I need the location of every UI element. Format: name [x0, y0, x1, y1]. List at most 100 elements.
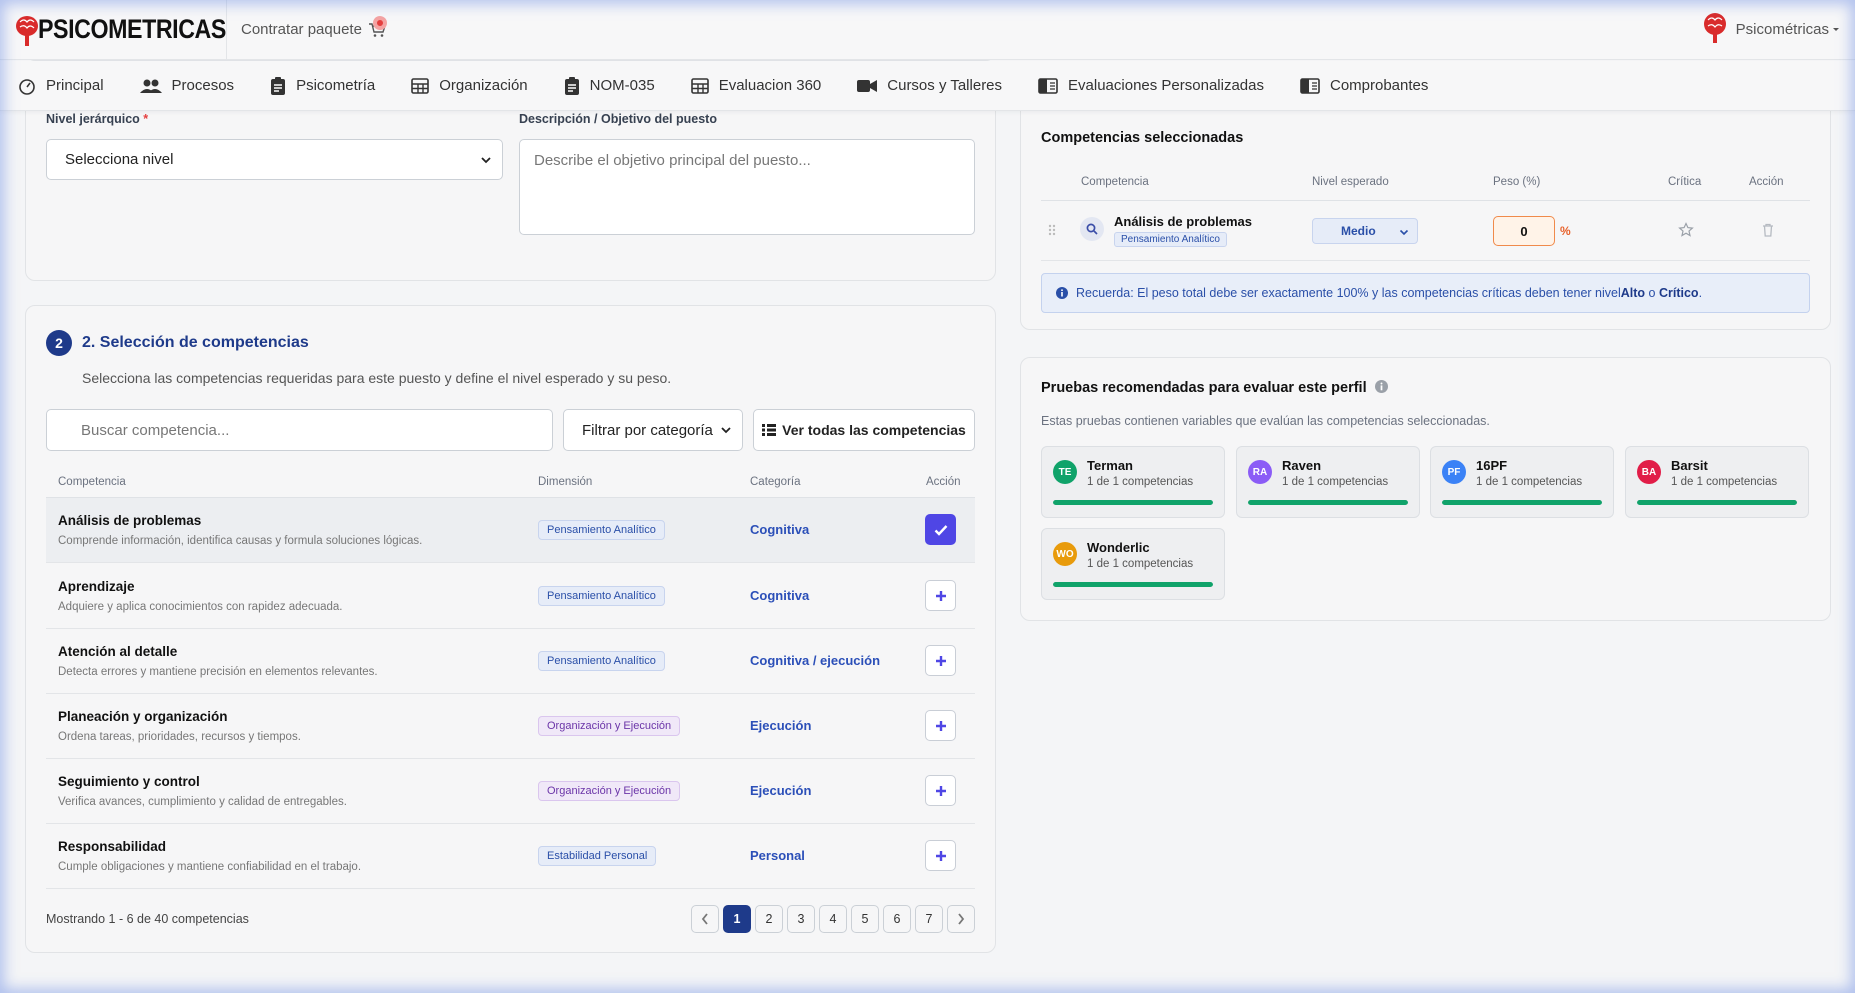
notification-dot — [373, 16, 387, 30]
competencia-desc: Cumple obligaciones y mantiene confiabil… — [58, 861, 362, 873]
category-text: Ejecución — [750, 783, 812, 798]
plus-icon — [935, 590, 946, 601]
table-row[interactable]: Planeación y organización Ordena tareas,… — [46, 694, 975, 759]
nav-nom035[interactable]: NOM-035 — [564, 76, 655, 95]
tests-panel-subtitle: Estas pruebas contienen variables que ev… — [1041, 414, 1490, 428]
pagination-next-button[interactable] — [947, 905, 975, 933]
nav-label: Procesos — [171, 77, 235, 94]
peso-unit: % — [1560, 224, 1571, 238]
nav-evaluacion360[interactable]: Evaluacion 360 — [690, 77, 821, 94]
test-progress-bar — [1053, 500, 1213, 505]
test-progress-fill — [1053, 582, 1213, 587]
category-text: Cognitiva — [750, 588, 810, 603]
contratar-label: Contratar paquete — [241, 21, 362, 38]
peso-input[interactable]: 0 — [1493, 216, 1555, 246]
chevron-left-icon — [701, 913, 708, 925]
trash-icon[interactable] — [1762, 223, 1774, 240]
nav-procesos[interactable]: Procesos — [139, 77, 235, 94]
chevron-down-icon — [481, 156, 491, 163]
category-filter-select[interactable]: Filtrar por categoría — [563, 409, 743, 451]
list-icon — [762, 424, 777, 436]
category-text: Personal — [750, 848, 805, 863]
category-text: Ejecución — [750, 718, 812, 733]
table-row[interactable]: Análisis de problemas Comprende informac… — [46, 498, 975, 563]
test-progress-bar — [1248, 500, 1408, 505]
competencia-desc: Ordena tareas, prioridades, recursos y t… — [58, 731, 301, 743]
selected-competencia-name: Análisis de problemas — [1114, 214, 1252, 229]
test-card-barsit[interactable]: BA Barsit 1 de 1 competencias — [1625, 446, 1809, 518]
col-header-competencia: Competencia — [58, 476, 126, 488]
test-progress-bar — [1442, 500, 1602, 505]
add-competencia-button[interactable] — [925, 840, 956, 871]
add-competencia-button[interactable] — [925, 710, 956, 741]
nav-organizacion[interactable]: Organización — [411, 77, 528, 94]
pagination-page-2[interactable]: 2 — [755, 905, 783, 933]
critica-star-icon[interactable] — [1678, 222, 1694, 241]
test-avatar: TE — [1053, 460, 1077, 484]
add-competencia-button[interactable] — [925, 580, 956, 611]
test-card-raven[interactable]: RA Raven 1 de 1 competencias — [1236, 446, 1420, 518]
add-competencia-button[interactable] — [925, 645, 956, 676]
user-menu[interactable]: Psicométricas — [1700, 10, 1841, 48]
nivel-select[interactable]: Selecciona nivel — [46, 139, 503, 180]
nivel-select-value: Selecciona nivel — [65, 151, 174, 168]
table-row[interactable]: Atención al detalle Detecta errores y ma… — [46, 629, 975, 694]
book-icon — [1038, 77, 1058, 94]
test-card-wonderlic[interactable]: WO Wonderlic 1 de 1 competencias — [1041, 528, 1225, 600]
alert-critico: Crítico — [1658, 286, 1699, 300]
nav-label: Cursos y Talleres — [887, 77, 1003, 94]
info-icon — [1374, 380, 1388, 393]
step-number-badge: 2 — [46, 330, 72, 356]
alert-alto: Alto — [1620, 286, 1646, 300]
nav-principal[interactable]: Principal — [18, 77, 104, 95]
test-count: 1 de 1 competencias — [1087, 558, 1194, 570]
test-name: Raven — [1282, 458, 1322, 473]
sel-header-accion: Acción — [1749, 176, 1784, 188]
nav-evaluaciones-personalizadas[interactable]: Evaluaciones Personalizadas — [1038, 77, 1264, 94]
nivel-esperado-select[interactable]: Medio — [1312, 218, 1418, 244]
test-progress-bar — [1637, 500, 1797, 505]
pagination-page-7[interactable]: 7 — [915, 905, 943, 933]
chevron-down-icon — [721, 427, 731, 434]
search-competencia-input[interactable]: Buscar competencia... — [46, 409, 553, 451]
nav-comprobantes[interactable]: Comprobantes — [1300, 77, 1428, 94]
competencia-desc: Comprende información, identifica causas… — [58, 535, 423, 547]
pagination-page-4[interactable]: 4 — [819, 905, 847, 933]
nav-label: Organización — [439, 77, 528, 94]
nav-psicometria[interactable]: Psicometría — [270, 76, 375, 95]
test-progress-fill — [1053, 500, 1213, 505]
add-competencia-button[interactable] — [925, 775, 956, 806]
table-row[interactable]: Responsabilidad Cumple obligaciones y ma… — [46, 824, 975, 889]
competencia-search-icon — [1080, 217, 1104, 241]
brand-logo[interactable]: PSICOMETRICAS — [0, 0, 227, 60]
pagination-page-3[interactable]: 3 — [787, 905, 815, 933]
nav-label: Evaluaciones Personalizadas — [1068, 77, 1264, 94]
test-avatar: RA — [1248, 460, 1272, 484]
plus-icon — [935, 785, 946, 796]
drag-handle-icon[interactable] — [1048, 223, 1056, 239]
ver-todas-button[interactable]: Ver todas las competencias — [753, 409, 975, 451]
test-progress-fill — [1637, 500, 1797, 505]
test-name: Terman — [1087, 458, 1133, 473]
alert-mid: o — [1645, 286, 1659, 300]
competencia-name: Atención al detalle — [58, 644, 178, 659]
table-row[interactable]: Aprendizaje Adquiere y aplica conocimien… — [46, 564, 975, 629]
table-icon — [690, 77, 709, 94]
pagination-summary: Mostrando 1 - 6 de 40 competencias — [46, 912, 249, 926]
pagination-page-6[interactable]: 6 — [883, 905, 911, 933]
nav-cursos[interactable]: Cursos y Talleres — [857, 77, 1002, 94]
plus-icon — [935, 850, 946, 861]
selected-check-button[interactable] — [925, 514, 956, 545]
contratar-paquete-link[interactable]: Contratar paquete — [241, 21, 386, 38]
pagination-page-1[interactable]: 1 — [723, 905, 751, 933]
table-row[interactable]: Seguimiento y control Verifica avances, … — [46, 759, 975, 824]
test-card-terman[interactable]: TE Terman 1 de 1 competencias — [1041, 446, 1225, 518]
descripcion-textarea[interactable]: Describe el objetivo principal del puest… — [519, 139, 975, 235]
pagination-page-5[interactable]: 5 — [851, 905, 879, 933]
test-card-16pf[interactable]: PF 16PF 1 de 1 competencias — [1430, 446, 1614, 518]
top-header: PSICOMETRICAS Contratar paquete Psicomét… — [0, 0, 1855, 60]
pagination-prev-button[interactable] — [691, 905, 719, 933]
dashboard-icon — [19, 78, 35, 95]
search-placeholder: Buscar competencia... — [81, 421, 230, 439]
nav-label: Principal — [46, 77, 104, 94]
